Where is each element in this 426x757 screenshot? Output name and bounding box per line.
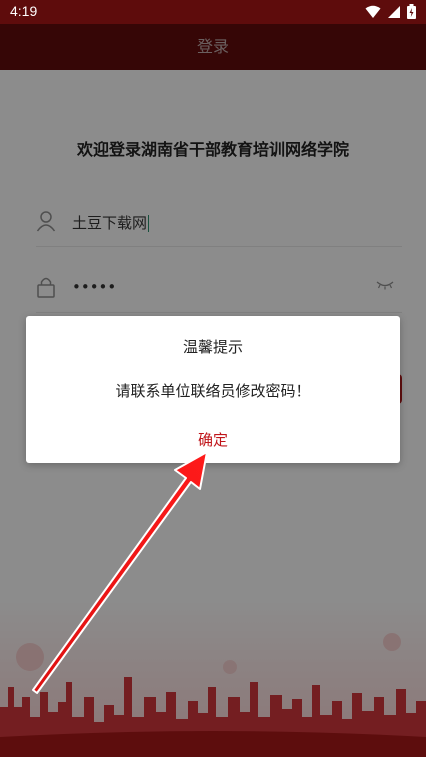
dialog-title: 温馨提示 — [182, 338, 243, 356]
wifi-icon — [365, 5, 381, 18]
status-time: 4:19 — [10, 3, 38, 19]
battery-charging-icon — [407, 4, 416, 19]
dialog-message: 请联系单位联络员修改密码！ — [115, 382, 311, 400]
signal-icon — [388, 5, 400, 18]
confirm-button[interactable]: 确定 — [26, 422, 400, 458]
status-icons — [365, 4, 416, 19]
status-bar: 4:19 — [0, 0, 426, 24]
tip-dialog: 温馨提示 请联系单位联络员修改密码！ 确定 — [26, 316, 400, 463]
